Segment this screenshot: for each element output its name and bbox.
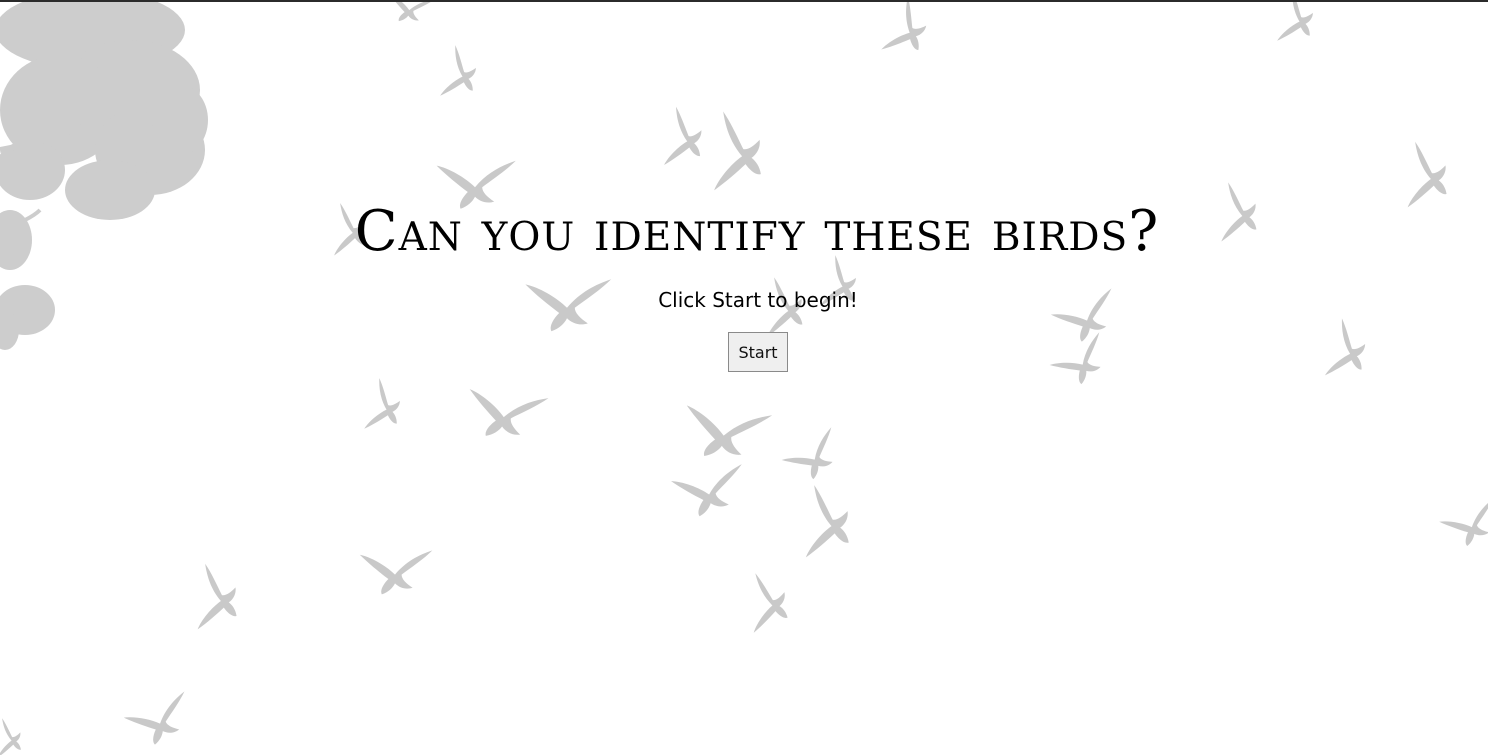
top-border	[0, 0, 1488, 2]
flying-bird-icon	[0, 0, 1488, 755]
page-title: Can you identify these birds?	[354, 199, 1160, 264]
instruction-text: Click Start to begin!	[658, 288, 858, 312]
quiz-start-page: Can you identify these birds? Click Star…	[0, 0, 1488, 755]
intro-panel: Can you identify these birds? Click Star…	[0, 196, 1488, 372]
background-art	[0, 0, 1488, 755]
start-button[interactable]: Start	[728, 332, 788, 372]
